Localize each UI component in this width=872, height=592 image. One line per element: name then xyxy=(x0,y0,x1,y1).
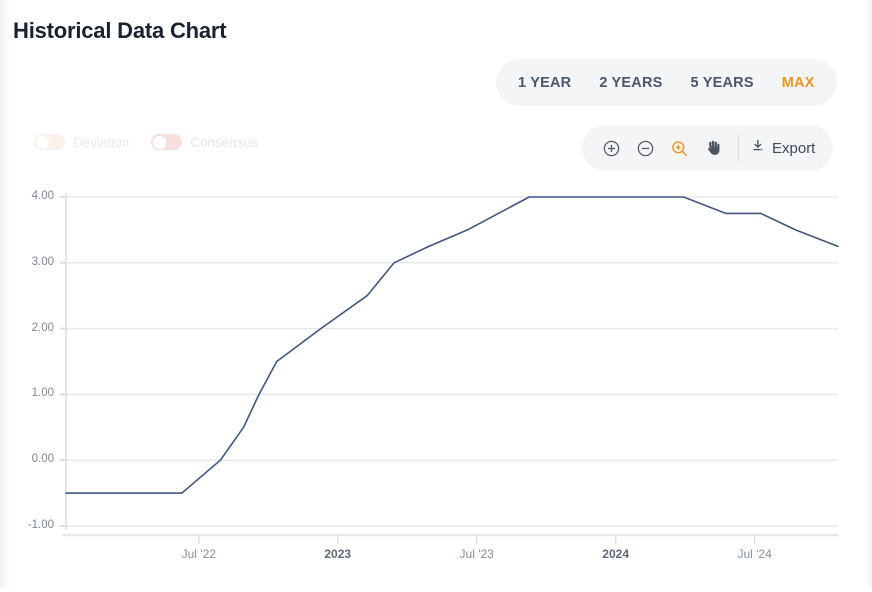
range-option-1-year[interactable]: 1 YEAR xyxy=(504,75,585,91)
legend-label-deviation: Deviation xyxy=(73,135,129,150)
zoom-selection-icon[interactable] xyxy=(664,133,694,163)
range-option-5-years[interactable]: 5 YEARS xyxy=(677,75,768,91)
export-label: Export xyxy=(772,140,815,157)
toolbar-divider xyxy=(738,135,739,161)
x-axis-tick-label: Jul '22 xyxy=(182,547,216,561)
zoom-out-icon[interactable] xyxy=(630,133,660,163)
range-option-max[interactable]: MAX xyxy=(768,75,829,91)
export-button[interactable]: Export xyxy=(751,138,819,158)
y-axis-tick-label: 1.00 xyxy=(8,387,54,399)
chart-page: Historical Data Chart 1 YEAR 2 YEARS 5 Y… xyxy=(0,0,872,587)
x-axis-tick-label: 2023 xyxy=(324,547,351,561)
pan-icon[interactable] xyxy=(698,133,728,163)
zoom-in-icon[interactable] xyxy=(596,133,626,163)
legend-label-consensus: Consensus xyxy=(190,135,258,150)
x-axis-tick-label: Jul '23 xyxy=(460,547,494,561)
y-axis-tick-label: -1.00 xyxy=(8,519,54,531)
x-axis-tick-label: Jul '24 xyxy=(737,547,771,561)
y-axis-tick-label: 2.00 xyxy=(8,322,54,334)
consensus-switch[interactable] xyxy=(151,134,182,150)
download-icon xyxy=(751,138,766,158)
y-axis-tick-label: 4.00 xyxy=(8,190,54,202)
x-axis-tick-label: 2024 xyxy=(602,547,629,561)
legend-toggle-deviation[interactable]: Deviation xyxy=(34,134,129,150)
y-axis-tick-label: 0.00 xyxy=(8,453,54,465)
panel-right-edge xyxy=(863,0,872,587)
time-range-selector[interactable]: 1 YEAR 2 YEARS 5 YEARS MAX xyxy=(496,59,837,106)
chart-toolbar[interactable]: Export xyxy=(582,125,833,171)
chart-legend[interactable]: Deviation Consensus xyxy=(34,134,258,150)
legend-toggle-consensus[interactable]: Consensus xyxy=(151,134,258,150)
page-title: Historical Data Chart xyxy=(13,18,226,44)
deviation-switch[interactable] xyxy=(34,134,65,150)
y-axis-tick-label: 3.00 xyxy=(8,256,54,268)
range-option-2-years[interactable]: 2 YEARS xyxy=(585,75,676,91)
panel-left-edge xyxy=(0,0,11,587)
